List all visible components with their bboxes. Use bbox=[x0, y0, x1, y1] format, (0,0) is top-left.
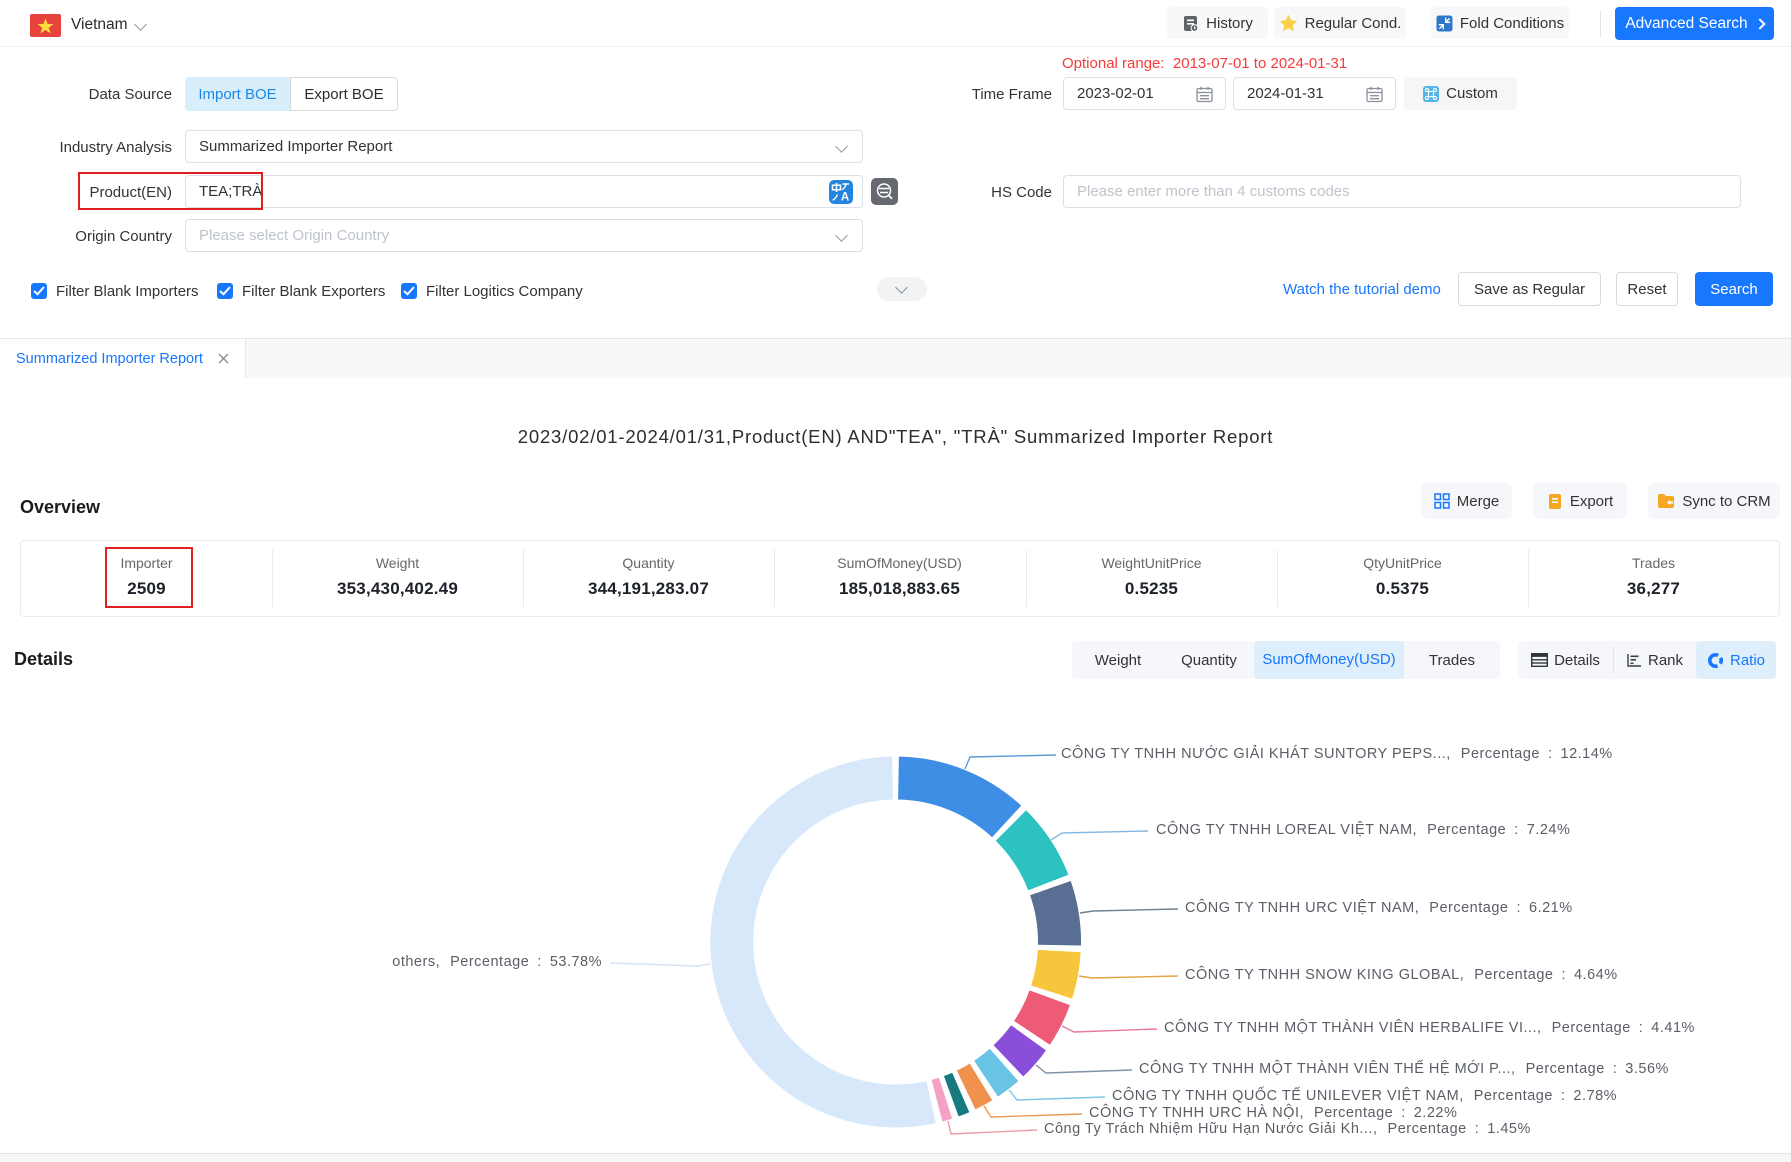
svg-text:A: A bbox=[841, 192, 849, 204]
